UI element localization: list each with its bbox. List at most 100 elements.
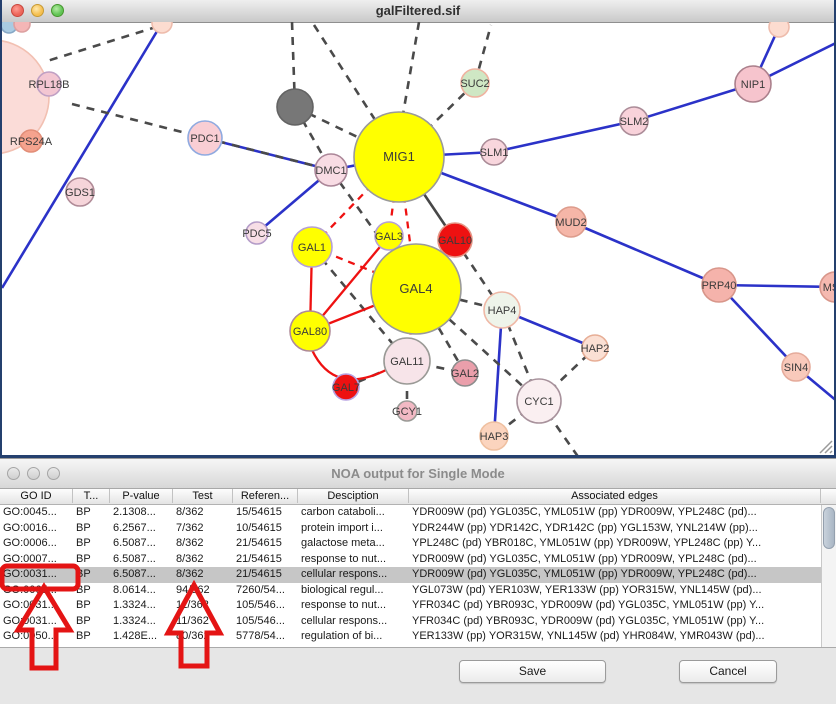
node-SLM1[interactable]: SLM1 <box>480 139 509 165</box>
cell[interactable]: carbon cataboli... <box>298 505 409 521</box>
cell[interactable]: 8/362 <box>173 552 233 568</box>
node-NIP1[interactable]: NIP1 <box>735 66 771 102</box>
cell[interactable]: YDR244W (pp) YDR142C, YDR142C (pp) YGL15… <box>409 521 821 537</box>
column-header-desciption[interactable]: Desciption <box>298 489 409 503</box>
cell[interactable]: 6.2567... <box>110 521 173 537</box>
network-canvas[interactable]: RPL18BRPS24AGDS1PDC1MIG1SUC2SLM1SLM2NIP1… <box>2 22 834 455</box>
cell[interactable]: 94/362 <box>173 583 233 599</box>
cell[interactable]: YFR034C (pd) YBR093C, YDR009W (pd) YGL03… <box>409 614 821 630</box>
edge-blue[interactable] <box>494 121 634 152</box>
table-row[interactable]: GO:0006...BP6.5087...8/36221/54615galact… <box>0 536 836 552</box>
cell[interactable]: 21/54615 <box>233 567 298 583</box>
cell[interactable]: YER133W (pp) YOR315W, YNL145W (pd) YHR08… <box>409 629 821 645</box>
node-MUD2[interactable]: MUD2 <box>555 207 586 237</box>
cell[interactable]: 11/362 <box>173 598 233 614</box>
cell[interactable]: 11/362 <box>173 614 233 630</box>
node-SLM2[interactable]: SLM2 <box>620 107 649 135</box>
cell[interactable]: GO:0016... <box>0 521 73 537</box>
save-button[interactable]: Save <box>459 660 606 683</box>
cell[interactable]: BP <box>73 598 110 614</box>
cell[interactable]: 105/546... <box>233 598 298 614</box>
cell[interactable]: 6.5087... <box>110 567 173 583</box>
table-row[interactable]: GO:0016...BP6.2567...7/36210/54615protei… <box>0 521 836 537</box>
close-icon[interactable] <box>7 467 20 480</box>
node-GAL11[interactable]: GAL11 <box>384 338 430 384</box>
edge-blue[interactable] <box>494 310 502 436</box>
table-row[interactable]: GO:0007...BP6.5087...8/36221/54615respon… <box>0 552 836 568</box>
cell[interactable]: 15/54615 <box>233 505 298 521</box>
column-header-t-[interactable]: T... <box>73 489 110 503</box>
node-PDC1[interactable]: PDC1 <box>188 121 222 155</box>
node-HAP2[interactable]: HAP2 <box>581 335 610 361</box>
cell[interactable]: YPL248C (pd) YBR018C, YML051W (pp) YDR00… <box>409 536 821 552</box>
cell[interactable]: 8.0614... <box>110 583 173 599</box>
vertical-scrollbar[interactable] <box>821 505 836 647</box>
cell[interactable]: 1.3324... <box>110 598 173 614</box>
node-MSN[interactable]: MSN <box>820 272 834 302</box>
minimize-icon[interactable] <box>27 467 40 480</box>
node-graynode[interactable] <box>277 89 313 125</box>
node-MIG1[interactable]: MIG1 <box>354 112 444 202</box>
cell[interactable]: 7/362 <box>173 521 233 537</box>
cell[interactable]: galactose meta... <box>298 536 409 552</box>
cell[interactable]: 6.5087... <box>110 536 173 552</box>
node-GAL80[interactable]: GAL80 <box>290 311 330 351</box>
cell[interactable]: BP <box>73 629 110 645</box>
cell[interactable]: YDR009W (pd) YGL035C, YML051W (pp) YDR00… <box>409 567 821 583</box>
table-row[interactable]: GO:0031...BP1.3324...11/362105/546...cel… <box>0 614 836 630</box>
cell[interactable]: YDR009W (pd) YGL035C, YML051W (pp) YDR00… <box>409 552 821 568</box>
table-row[interactable]: GO:0050...BP1.428E...80/3625778/54...reg… <box>0 629 836 645</box>
cell[interactable]: 1.3324... <box>110 614 173 630</box>
cell[interactable]: YFR034C (pd) YBR093C, YDR009W (pd) YGL03… <box>409 598 821 614</box>
scrollbar-thumb[interactable] <box>823 507 835 549</box>
column-header-go-id[interactable]: GO ID <box>0 489 73 503</box>
cell[interactable]: 5778/54... <box>233 629 298 645</box>
cell[interactable]: 21/54615 <box>233 536 298 552</box>
table-row[interactable]: GO:0065...BP8.0614...94/3627260/54...bio… <box>0 583 836 599</box>
cell[interactable]: BP <box>73 536 110 552</box>
zoom-icon[interactable] <box>51 4 64 17</box>
cell[interactable]: cellular respons... <box>298 567 409 583</box>
node-HAP3[interactable]: HAP3 <box>480 422 509 450</box>
cell[interactable]: 6.5087... <box>110 552 173 568</box>
noa-titlebar[interactable]: NOA output for Single Mode <box>0 459 836 489</box>
node-GDS1[interactable]: GDS1 <box>65 178 95 206</box>
cell[interactable]: 21/54615 <box>233 552 298 568</box>
node-PRP40[interactable]: PRP40 <box>702 268 737 302</box>
cell[interactable]: protein import i... <box>298 521 409 537</box>
table-row[interactable]: GO:0045...BP2.1308...8/36215/54615carbon… <box>0 505 836 521</box>
node-SUC2[interactable]: SUC2 <box>460 69 489 97</box>
cell[interactable]: GO:0006... <box>0 536 73 552</box>
table-row[interactable]: GO:0031...BP1.3324...11/362105/546...res… <box>0 598 836 614</box>
cell[interactable]: 8/362 <box>173 505 233 521</box>
cell[interactable]: BP <box>73 583 110 599</box>
column-header-referen-[interactable]: Referen... <box>233 489 298 503</box>
cell[interactable]: GO:0031... <box>0 614 73 630</box>
node-GAL1[interactable]: GAL1 <box>292 227 332 267</box>
column-header-associated-edges[interactable]: Associated edges <box>409 489 821 503</box>
resize-grip-icon[interactable] <box>820 441 832 453</box>
node-peachtop[interactable] <box>152 22 172 33</box>
cell[interactable]: biological regul... <box>298 583 409 599</box>
column-header-test[interactable]: Test <box>173 489 233 503</box>
cell[interactable]: 2.1308... <box>110 505 173 521</box>
cancel-button[interactable]: Cancel <box>679 660 777 683</box>
node-GAL10[interactable]: GAL10 <box>438 223 472 257</box>
node-CYC1[interactable]: CYC1 <box>517 379 561 423</box>
cell[interactable]: cellular respons... <box>298 614 409 630</box>
cell[interactable]: GO:0065... <box>0 583 73 599</box>
cell[interactable]: 10/54615 <box>233 521 298 537</box>
cell[interactable]: BP <box>73 521 110 537</box>
cell[interactable]: YDR009W (pd) YGL035C, YML051W (pp) YDR00… <box>409 505 821 521</box>
close-icon[interactable] <box>11 4 24 17</box>
cell[interactable]: 8/362 <box>173 567 233 583</box>
cell[interactable]: regulation of bi... <box>298 629 409 645</box>
cell[interactable]: BP <box>73 552 110 568</box>
node-GAL2[interactable]: GAL2 <box>451 360 479 386</box>
node-peachtop2[interactable] <box>769 22 789 37</box>
node-GAL4[interactable]: GAL4 <box>371 244 461 334</box>
cell[interactable]: response to nut... <box>298 598 409 614</box>
cell[interactable]: GO:0050... <box>0 629 73 645</box>
column-header-p-value[interactable]: P-value <box>110 489 173 503</box>
node-GAL7[interactable]: GAL7 <box>332 374 360 400</box>
